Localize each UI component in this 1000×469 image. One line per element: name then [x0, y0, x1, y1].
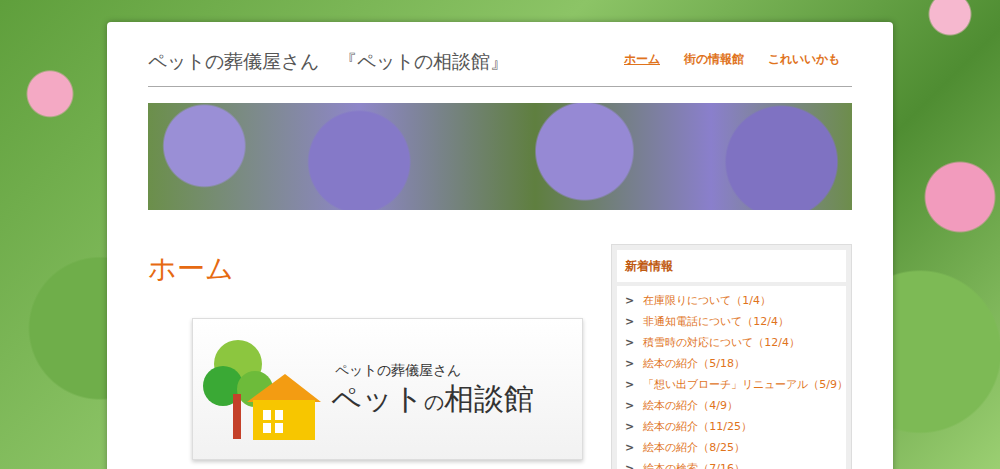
header-photo	[148, 103, 852, 210]
news-item: > 絵本の紹介（4/9）	[625, 395, 838, 416]
content-area: ホームペットの葬儀屋さんペットの相談館新着情報>在庫限りについて（1/4）>非通…	[148, 244, 852, 469]
news-link[interactable]: 在庫限りについて（1/4）	[643, 290, 771, 311]
news-sidebar: 新着情報 > 在庫限りについて（1/4） > 非通知電話について（12/4） > 積雪時の対…	[611, 244, 852, 469]
nav-link[interactable]: 街の情報館	[684, 50, 744, 68]
page-panel: ペットの葬儀屋さん 『ペットの相談館』ホーム街の情報館これいいかもホームペットの…	[107, 22, 893, 469]
site-header: ペットの葬儀屋さん 『ペットの相談館』 ホーム 街の情報館 これいいかも	[148, 22, 852, 87]
logo-name: ペットの相談館	[331, 381, 534, 417]
logo-tagline: ペットの葬儀屋さん	[335, 360, 534, 381]
news-item: > 積雪時の対応について（12/4）	[625, 332, 838, 353]
chevron-icon: >	[625, 458, 634, 469]
news-link[interactable]: 絵本の紹介（8/25）	[643, 437, 745, 458]
site-title[interactable]: ペットの葬儀屋さん 『ペットの相談館』	[148, 48, 509, 74]
chevron-icon: >	[625, 395, 634, 416]
chevron-icon: >	[625, 374, 634, 395]
logo-name-part: の	[424, 390, 444, 414]
chevron-icon: >	[625, 416, 634, 437]
news-link[interactable]: 絵本の紹介（11/25）	[643, 416, 752, 437]
tree-house-icon	[203, 334, 323, 444]
page-heading: ホーム	[148, 252, 585, 286]
logo-name-part: ペット	[331, 381, 424, 416]
main-nav: ホーム 街の情報館 これいいかも	[624, 50, 852, 74]
nav-link[interactable]: これいいかも	[768, 50, 840, 68]
logo-banner[interactable]: ペットの葬儀屋さんペットの相談館	[192, 318, 583, 460]
news-item: > 絵本の検索（7/16）	[625, 458, 838, 469]
news-link[interactable]: 絵本の紹介（5/18）	[643, 353, 745, 374]
news-item: > 絵本の紹介（5/18）	[625, 353, 838, 374]
news-item: > 非通知電話について（12/4）	[625, 311, 838, 332]
news-link[interactable]: 絵本の検索（7/16）	[643, 458, 745, 469]
chevron-icon: >	[625, 353, 634, 374]
news-link[interactable]: 絵本の紹介（4/9）	[643, 395, 738, 416]
news-item: > 絵本の紹介（11/25）	[625, 416, 838, 437]
news-link[interactable]: 積雪時の対応について（12/4）	[643, 332, 800, 353]
sidebar-title: 新着情報	[617, 250, 846, 282]
logo-text: ペットの葬儀屋さんペットの相談館	[331, 360, 534, 417]
news-item: > 在庫限りについて（1/4）	[625, 290, 838, 311]
news-link[interactable]: 非通知電話について（12/4）	[643, 311, 789, 332]
news-item: >「想い出ブローチ」リニューアル（5/9）	[625, 374, 838, 395]
main-content: ホームペットの葬儀屋さんペットの相談館	[148, 244, 585, 469]
nav-link[interactable]: ホーム	[624, 50, 660, 68]
news-list: > 在庫限りについて（1/4） > 非通知電話について（12/4） > 積雪時の対応につい…	[617, 286, 846, 469]
news-item: > 絵本の紹介（8/25）	[625, 437, 838, 458]
chevron-icon: >	[625, 311, 634, 332]
chevron-icon: >	[625, 332, 634, 353]
chevron-icon: >	[625, 290, 634, 311]
logo-name-part: 相談館	[444, 381, 534, 416]
chevron-icon: >	[625, 437, 634, 458]
news-link[interactable]: 「想い出ブローチ」リニューアル（5/9）	[643, 374, 848, 395]
